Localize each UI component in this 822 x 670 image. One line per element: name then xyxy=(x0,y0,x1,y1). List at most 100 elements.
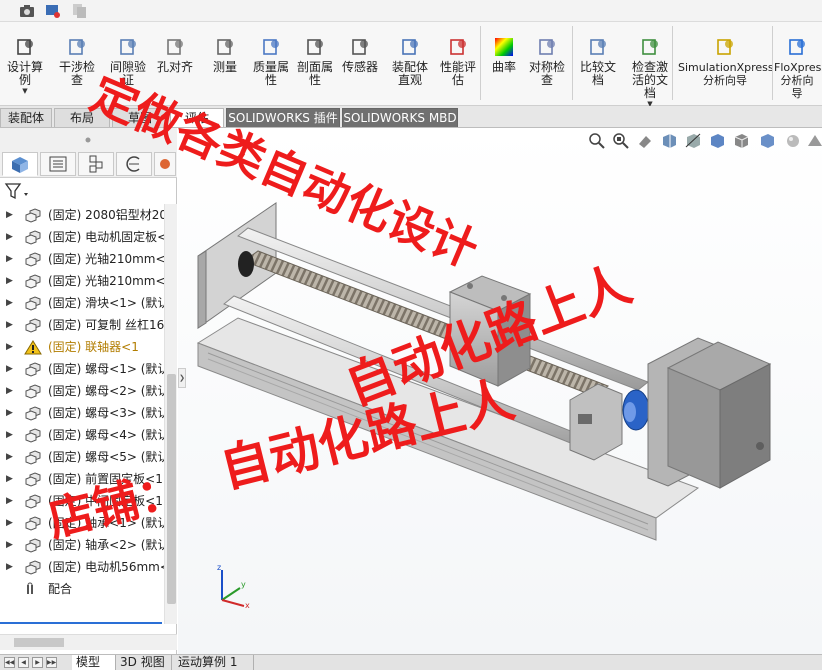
tree-item[interactable]: ▶ (固定) 轴承<1> (默认 xyxy=(0,512,164,534)
ribbon-button-curvature[interactable]: 曲率 xyxy=(484,26,524,102)
expand-arrow-icon[interactable]: ▶ xyxy=(6,490,16,512)
tree-item[interactable]: ▶ (固定) 2080铝型材20 xyxy=(0,204,164,226)
chevron-down-icon[interactable]: ▼ xyxy=(2,87,48,95)
tree-item[interactable]: ▶ (固定) 滑块<1> (默认 xyxy=(0,292,164,314)
tree-item-label: (固定) 中间固定板<1 xyxy=(48,494,163,508)
coordinate-triad-icon: z y x xyxy=(217,563,250,610)
tree-item[interactable]: ▶ (固定) 电动机固定板< xyxy=(0,226,164,248)
tree-item-mates[interactable]: 配合 xyxy=(0,578,164,600)
tree-item[interactable]: ▶ (固定) 中间固定板<1 xyxy=(0,490,164,512)
triad-x-label: x xyxy=(245,601,250,610)
tree-item[interactable]: ▶ (固定) 光轴210mm<2 xyxy=(0,270,164,292)
triad-y-label: y xyxy=(241,580,246,589)
ribbon-button-hole-align[interactable]: 孔对齐 xyxy=(152,26,198,102)
tree-filter[interactable] xyxy=(0,178,177,204)
linear-actuator-model[interactable] xyxy=(178,128,822,654)
expand-arrow-icon[interactable]: ▶ xyxy=(6,204,16,226)
expand-arrow-icon[interactable]: ▶ xyxy=(6,380,16,402)
tab-nav-icon[interactable]: ◀◀ xyxy=(4,657,15,668)
ribbon-button-symmetry[interactable]: 对称检 查 xyxy=(524,26,570,102)
tree-item[interactable]: ▶ (固定) 螺母<2> (默认 xyxy=(0,380,164,402)
expand-arrow-icon[interactable]: ▶ xyxy=(6,336,16,358)
design-study-icon xyxy=(14,36,36,58)
display-tab[interactable] xyxy=(154,152,176,176)
tree-item[interactable]: ▶ (固定) 螺母<3> (默认 xyxy=(0,402,164,424)
property-manager-tab[interactable] xyxy=(40,152,76,176)
bottom-tab-0[interactable]: 模型 xyxy=(72,655,116,670)
expand-arrow-icon[interactable]: ▶ xyxy=(6,468,16,490)
tree-item[interactable]: ▶ (固定) 轴承<2> (默认 xyxy=(0,534,164,556)
ribbon-button-label: 剖面属 性 xyxy=(296,60,333,87)
tree-item[interactable]: ▶ (固定) 联轴器<1 xyxy=(0,336,164,358)
tree-item-label: (固定) 轴承<1> (默认 xyxy=(48,516,164,530)
tree-item-label: (固定) 螺母<1> (默认 xyxy=(48,362,164,376)
tab-nav-icon[interactable]: ▶ xyxy=(32,657,43,668)
ribbon-button-performance[interactable]: 性能评 估 xyxy=(432,26,484,102)
ribbon-button-check-active[interactable]: 检查激 活的文 档 ▼ xyxy=(622,26,678,108)
dim-xpert-tab[interactable] xyxy=(116,152,152,176)
bottom-tab-2[interactable]: 运动算例 1 xyxy=(174,655,254,670)
expand-arrow-icon[interactable]: ▶ xyxy=(6,424,16,446)
tab-0[interactable]: 装配体 xyxy=(0,108,52,127)
expand-arrow-icon[interactable]: ▶ xyxy=(6,402,16,424)
scrollbar-thumb[interactable] xyxy=(167,374,176,604)
tree-item[interactable]: ▶ (固定) 螺母<4> (默认 xyxy=(0,424,164,446)
expand-arrow-icon[interactable]: ▶ xyxy=(6,446,16,468)
expand-arrow-icon[interactable]: ▶ xyxy=(6,226,16,248)
copy-icon[interactable] xyxy=(70,2,88,19)
hole-align-icon xyxy=(164,36,186,58)
tree-item[interactable]: ▶ (固定) 电动机56mm< xyxy=(0,556,164,578)
expand-arrow-icon[interactable]: ▶ xyxy=(6,292,16,314)
tree-scrollbar[interactable] xyxy=(164,204,177,624)
tab-nav-icon[interactable]: ◀ xyxy=(18,657,29,668)
ribbon-button-mass-properties[interactable]: 质量属 性 xyxy=(246,26,296,102)
mates-icon xyxy=(24,582,42,597)
command-manager-tabs: 装配体 布局 草图 评估 SOLIDWORKS 插件 SOLIDWORKS MBD xyxy=(0,106,822,128)
configuration-tab[interactable] xyxy=(78,152,114,176)
ribbon-button-label: SimulationXpress 分析向导 xyxy=(678,61,774,87)
tab-2[interactable]: 草图 xyxy=(112,108,168,127)
ribbon-button-floxpress[interactable]: FloXpress 分析向 导 xyxy=(774,26,822,102)
ribbon-button-label: FloXpress 分析向 导 xyxy=(774,61,822,100)
tree-item[interactable]: ▶ (固定) 螺母<1> (默认 xyxy=(0,358,164,380)
ribbon-button-compare[interactable]: 比较文 档 xyxy=(574,26,622,102)
feature-tree-tab[interactable] xyxy=(2,152,38,176)
tree-horizontal-scrollbar[interactable] xyxy=(0,634,177,650)
tree-item-label: (固定) 前置固定板<1 xyxy=(48,472,163,486)
bottom-tab-1[interactable]: 3D 视图 xyxy=(116,655,172,670)
tree-item-label: (固定) 螺母<3> (默认 xyxy=(48,406,164,420)
assembly-visualization-icon xyxy=(399,36,421,58)
symmetry-icon xyxy=(536,36,558,58)
expand-arrow-icon[interactable]: ▶ xyxy=(6,270,16,292)
part-icon xyxy=(24,318,42,333)
graphics-area[interactable]: ❯ z y x xyxy=(178,128,822,654)
ribbon-button-assembly-visualization[interactable]: 装配体 直观 xyxy=(384,26,436,102)
tab-4[interactable]: SOLIDWORKS 插件 xyxy=(226,108,340,127)
camera-icon[interactable] xyxy=(18,2,36,19)
tree-item[interactable]: ▶ (固定) 前置固定板<1 xyxy=(0,468,164,490)
tab-5[interactable]: SOLIDWORKS MBD xyxy=(342,108,458,127)
tree-item-label: (固定) 光轴210mm<1 xyxy=(48,252,164,266)
tab-1[interactable]: 布局 xyxy=(54,108,110,127)
ribbon-button-simulation[interactable]: SimulationXpress 分析向导 xyxy=(678,26,774,102)
ribbon-button-interference[interactable]: 干涉检 查 xyxy=(52,26,102,102)
tree-item[interactable]: ▶ (固定) 可复制 丝杠16 xyxy=(0,314,164,336)
expand-arrow-icon[interactable]: ▶ xyxy=(6,358,16,380)
horizontal-scrollbar-thumb[interactable] xyxy=(14,638,64,647)
tree-item-label: (固定) 螺母<4> (默认 xyxy=(48,428,164,442)
tab-nav-icon[interactable]: ▶▶ xyxy=(46,657,57,668)
tree-item[interactable]: ▶ (固定) 光轴210mm<1 xyxy=(0,248,164,270)
ribbon-button-design-study[interactable]: 设计算 例 ▼ xyxy=(2,26,48,102)
expand-arrow-icon[interactable]: ▶ xyxy=(6,248,16,270)
expand-arrow-icon[interactable]: ▶ xyxy=(6,314,16,336)
record-icon[interactable] xyxy=(44,2,62,19)
ribbon-button-sensor[interactable]: 传感器 xyxy=(336,26,384,102)
expand-arrow-icon[interactable]: ▶ xyxy=(6,534,16,556)
tab-3[interactable]: 评估 xyxy=(170,108,224,127)
ribbon-button-clearance[interactable]: 间隙验 证 xyxy=(102,26,154,102)
ribbon-button-section-properties[interactable]: 剖面属 性 xyxy=(290,26,340,102)
expand-arrow-icon[interactable]: ▶ xyxy=(6,556,16,578)
expand-arrow-icon[interactable]: ▶ xyxy=(6,512,16,534)
tree-item[interactable]: ▶ (固定) 螺母<5> (默认 xyxy=(0,446,164,468)
ribbon-button-measure[interactable]: 测量 xyxy=(202,26,248,102)
